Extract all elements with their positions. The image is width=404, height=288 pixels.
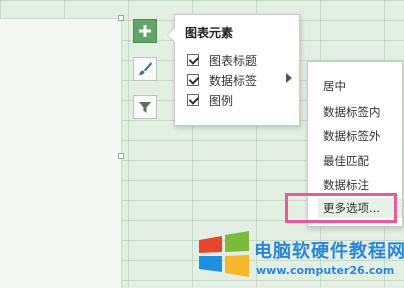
submenu-item-inside[interactable]: 数据标签内 [323,104,381,120]
chart-filters-button[interactable] [133,95,157,119]
submenu-item-callout[interactable]: 数据标注 [323,177,369,193]
chart-elements-button[interactable] [133,19,157,43]
plus-icon [139,25,151,37]
option-label: 图例 [209,93,234,108]
panel-pointer-fill [168,28,175,42]
panel-title: 图表元素 [185,26,234,40]
windows-logo-icon [199,231,249,277]
brush-icon [139,62,152,75]
watermark-url: www.computer26.com [256,264,395,277]
submenu-item-center[interactable]: 居中 [323,78,346,94]
option-chart-title[interactable]: 图表标题 [187,52,257,68]
checkbox-checked[interactable] [187,94,199,106]
resize-handle-top-right[interactable] [118,15,124,21]
filter-icon [139,102,151,113]
watermark-name: 电脑软硬件教程网 [254,241,404,262]
option-data-labels[interactable]: 数据标签 [187,72,257,88]
submenu-item-outside[interactable]: 数据标签外 [323,128,381,144]
submenu-item-best-fit[interactable]: 最佳匹配 [323,153,369,169]
resize-handle-right-middle[interactable] [118,153,124,159]
chart-elements-panel: 图表元素 图表标题 数据标签 图例 [174,14,300,126]
option-legend[interactable]: 图例 [187,92,233,108]
highlight-annotation [285,193,397,223]
checkbox-checked[interactable] [187,54,199,66]
watermark: 电脑软硬件教程网 www.computer26.com [196,231,404,287]
chart-styles-button[interactable] [133,57,157,81]
option-label: 数据标签 [209,73,258,88]
checkbox-checked[interactable] [187,74,199,86]
chart-area[interactable] [0,18,122,288]
option-label: 图表标题 [209,53,258,68]
submenu-arrow-icon[interactable] [286,73,292,83]
